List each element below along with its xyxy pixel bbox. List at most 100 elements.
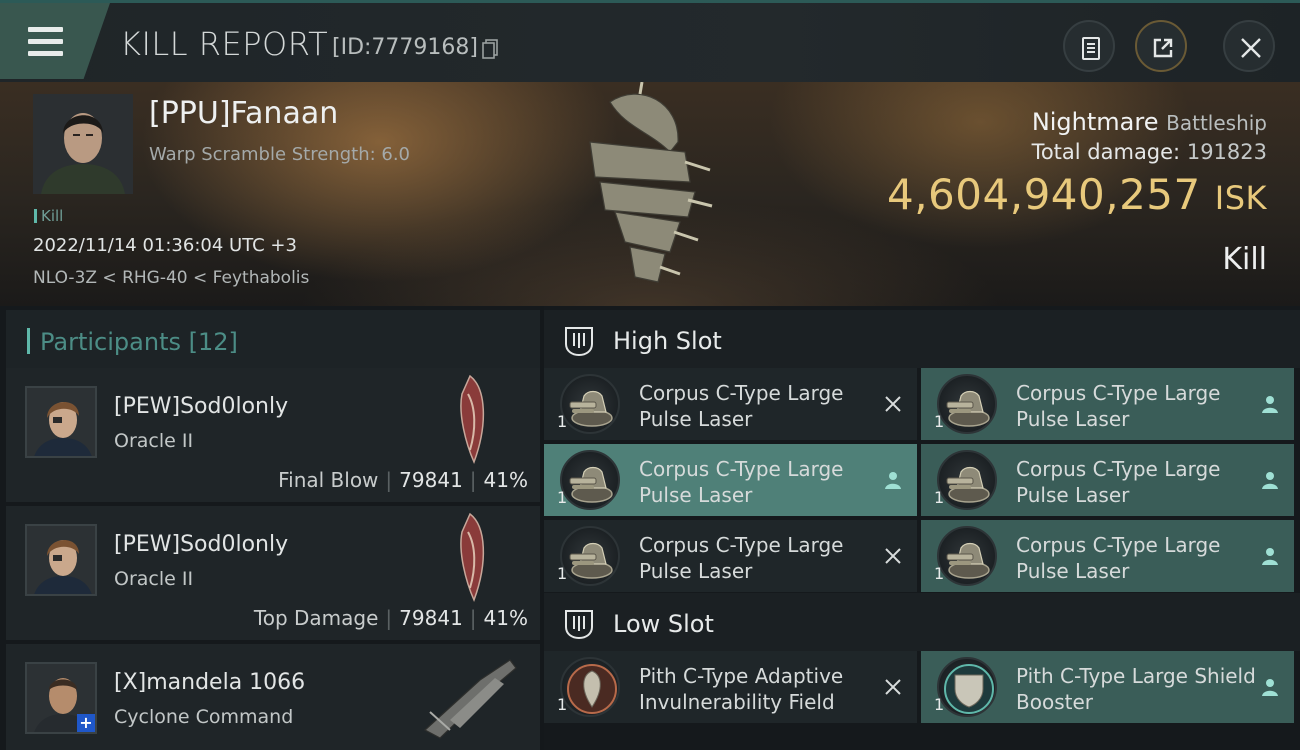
- cyclone-ship-icon: [423, 659, 517, 739]
- stat-divider: |: [469, 468, 477, 492]
- dropped-icon: [1260, 394, 1280, 414]
- module-quantity: 1: [934, 695, 945, 714]
- participant-damage: 79841: [399, 606, 463, 630]
- module-quantity: 1: [557, 488, 568, 507]
- report-id: [ID:7779168]: [332, 35, 478, 60]
- kill-tag: Kill: [34, 207, 63, 225]
- module-icon: [560, 450, 620, 510]
- module-tile[interactable]: 1 Corpus C-Type Large Pulse Laser: [544, 444, 917, 516]
- avatar[interactable]: +: [25, 662, 97, 734]
- participants-count: [12]: [188, 328, 238, 356]
- module-quantity: 1: [934, 488, 945, 507]
- participant-ship: Oracle II: [114, 430, 194, 452]
- ship-name: Nightmare: [1031, 108, 1159, 136]
- module-icon: [560, 374, 620, 434]
- fitting-panel: High Slot 1 Corpus C-Type Large Pulse Las…: [544, 306, 1300, 750]
- menu-icon: [28, 27, 63, 32]
- participants-label: Participants: [40, 328, 181, 356]
- victim-name[interactable]: [PPU]Fanaan: [149, 96, 338, 131]
- clipboard-button[interactable]: [1063, 20, 1115, 72]
- module-tile[interactable]: 1 Corpus C-Type Large Pulse Laser: [544, 368, 917, 440]
- kill-location[interactable]: NLO-3Z < RHG-40 < Feythabolis: [33, 268, 309, 288]
- module-tile[interactable]: 1 Pith C-Type Large Shield Booster: [921, 651, 1294, 723]
- low-slot-icon: [565, 610, 593, 640]
- plus-icon: +: [77, 714, 95, 732]
- clipboard-icon: [1082, 37, 1100, 60]
- module-icon: [560, 526, 620, 586]
- menu-icon-line: [28, 51, 63, 56]
- isk-value: 4,604,940,257 ISK: [887, 170, 1267, 219]
- module-tile[interactable]: 1 Corpus C-Type Large Pulse Laser: [921, 520, 1294, 592]
- kill-result: Kill: [1222, 242, 1267, 277]
- module-name: Corpus C-Type Large Pulse Laser: [639, 533, 844, 583]
- participant-role: Final Blow: [278, 468, 379, 492]
- victim-ship[interactable]: Nightmare Battleship: [1032, 108, 1267, 136]
- participant-stats: Final Blow | 79841 | 41%: [278, 468, 528, 492]
- kill-timestamp: 2022/11/14 01:36:04 UTC +3: [33, 235, 297, 256]
- module-icon: [937, 657, 997, 717]
- participant-name[interactable]: [X]mandela 1066: [114, 670, 305, 695]
- participant-card[interactable]: [PEW]Sod0lonly Oracle II Final Blow | 7984…: [6, 368, 540, 502]
- module-tile[interactable]: 1 Pith C-Type Adaptive Invulnerability Fi…: [544, 651, 917, 723]
- participant-name[interactable]: [PEW]Sod0lonly: [114, 532, 288, 557]
- high-slot-icon: [565, 327, 593, 357]
- module-name: Corpus C-Type Large Pulse Laser: [639, 381, 844, 431]
- high-slot-header[interactable]: High Slot: [544, 310, 1300, 368]
- participant-damage: 79841: [399, 468, 463, 492]
- dropped-icon: [883, 470, 903, 490]
- warp-scramble-strength: Warp Scramble Strength: 6.0: [149, 144, 411, 165]
- low-slot-label: Low Slot: [613, 610, 714, 638]
- oracle-ship-icon: [460, 374, 484, 464]
- module-tile[interactable]: 1 Corpus C-Type Large Pulse Laser: [544, 520, 917, 592]
- victim-banner: [PPU]Fanaan Warp Scramble Strength: 6.0 …: [0, 82, 1300, 306]
- avatar[interactable]: [25, 386, 97, 458]
- share-button[interactable]: [1135, 20, 1187, 72]
- participant-name[interactable]: [PEW]Sod0lonly: [114, 394, 288, 419]
- participant-card[interactable]: [PEW]Sod0lonly Oracle II Top Damage | 7984…: [6, 506, 540, 640]
- participant-percent: 41%: [483, 468, 528, 492]
- menu-icon-line: [28, 39, 63, 44]
- module-quantity: 1: [557, 564, 568, 583]
- module-tile[interactable]: 1 Corpus C-Type Large Pulse Laser: [921, 444, 1294, 516]
- copy-icon[interactable]: [482, 39, 498, 59]
- participant-portrait: [27, 388, 95, 456]
- destroyed-icon: [883, 677, 903, 697]
- participant-role: Top Damage: [253, 606, 379, 630]
- module-name: Corpus C-Type Large Pulse Laser: [1016, 533, 1221, 583]
- isk-amount: 4,604,940,257: [886, 170, 1201, 219]
- close-button[interactable]: [1223, 20, 1275, 72]
- module-icon: [937, 374, 997, 434]
- participant-percent: 41%: [483, 606, 528, 630]
- dropped-icon: [1260, 546, 1280, 566]
- participant-stats: Top Damage | 79841 | 41%: [254, 606, 528, 630]
- stat-divider: |: [385, 606, 393, 630]
- module-icon: [937, 526, 997, 586]
- participant-card[interactable]: + [X]mandela 1066 Cyclone Command: [6, 644, 540, 750]
- module-tile[interactable]: 1 Corpus C-Type Large Pulse Laser: [921, 368, 1294, 440]
- stat-divider: |: [385, 468, 393, 492]
- module-icon: [560, 657, 620, 717]
- participants-header: Participants [12]: [6, 310, 540, 370]
- victim-ship-image: [589, 82, 713, 283]
- destroyed-icon: [883, 546, 903, 566]
- ship-class: Battleship: [1166, 111, 1267, 135]
- participants-title: Participants [12]: [40, 328, 238, 356]
- avatar[interactable]: [25, 524, 97, 596]
- module-quantity: 1: [557, 412, 568, 431]
- module-name: Corpus C-Type Large Pulse Laser: [639, 457, 844, 507]
- kill-tag-label: Kill: [41, 207, 64, 225]
- participants-panel: Participants [12] [PEW]Sod0lonly Oracle …: [0, 306, 540, 750]
- participants-accent-bar: [27, 328, 30, 354]
- share-icon: [1153, 38, 1173, 58]
- module-quantity: 1: [934, 412, 945, 431]
- high-slot-label: High Slot: [613, 327, 722, 355]
- kill-tag-marker: [34, 209, 37, 223]
- victim-portrait[interactable]: [33, 94, 133, 194]
- page-title: KILL REPORT: [120, 25, 329, 63]
- total-damage-value: 191823: [1186, 140, 1267, 164]
- menu-button[interactable]: [0, 3, 110, 79]
- participant-ship: Cyclone Command: [114, 706, 294, 728]
- low-slot-header[interactable]: Low Slot: [544, 593, 1300, 651]
- dropped-icon: [1260, 677, 1280, 697]
- close-icon: [1241, 38, 1261, 58]
